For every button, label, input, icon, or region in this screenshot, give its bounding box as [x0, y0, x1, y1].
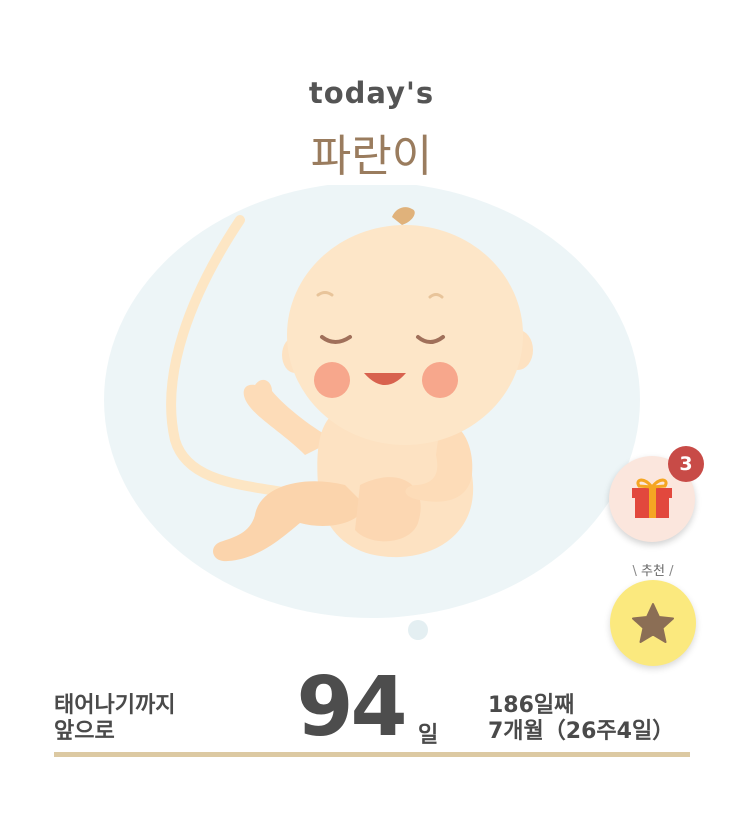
- countdown-caption: 태어나기까지 앞으로: [54, 693, 175, 745]
- days-unit: 일: [418, 723, 439, 748]
- baby-cheek-right: [422, 362, 458, 398]
- days-remaining: 94: [296, 660, 407, 755]
- today-label: today's: [308, 76, 435, 110]
- pregnancy-day-count: 186일째: [488, 693, 575, 718]
- countdown-caption-line1: 태어나기까지: [54, 693, 176, 718]
- bubble-dot: [408, 620, 428, 640]
- recommend-star-button[interactable]: [610, 580, 696, 666]
- recommend-label: \ 추천 /: [632, 564, 674, 579]
- baby-head: [287, 225, 523, 445]
- recommend-label-text: 추천: [641, 564, 665, 579]
- countdown-caption-line2: 앞으로: [54, 719, 115, 744]
- baby-nickname: 파란이: [310, 131, 433, 182]
- baby-illustration: [104, 185, 640, 640]
- pregnancy-week: 7개월（26주4일）: [488, 719, 675, 744]
- divider: [54, 752, 690, 757]
- pregnancy-progress: 186일째 7개월（26주4일）: [488, 693, 674, 745]
- star-icon: [632, 603, 674, 643]
- baby-cheek-left: [314, 362, 350, 398]
- gift-count-badge: 3: [668, 446, 704, 482]
